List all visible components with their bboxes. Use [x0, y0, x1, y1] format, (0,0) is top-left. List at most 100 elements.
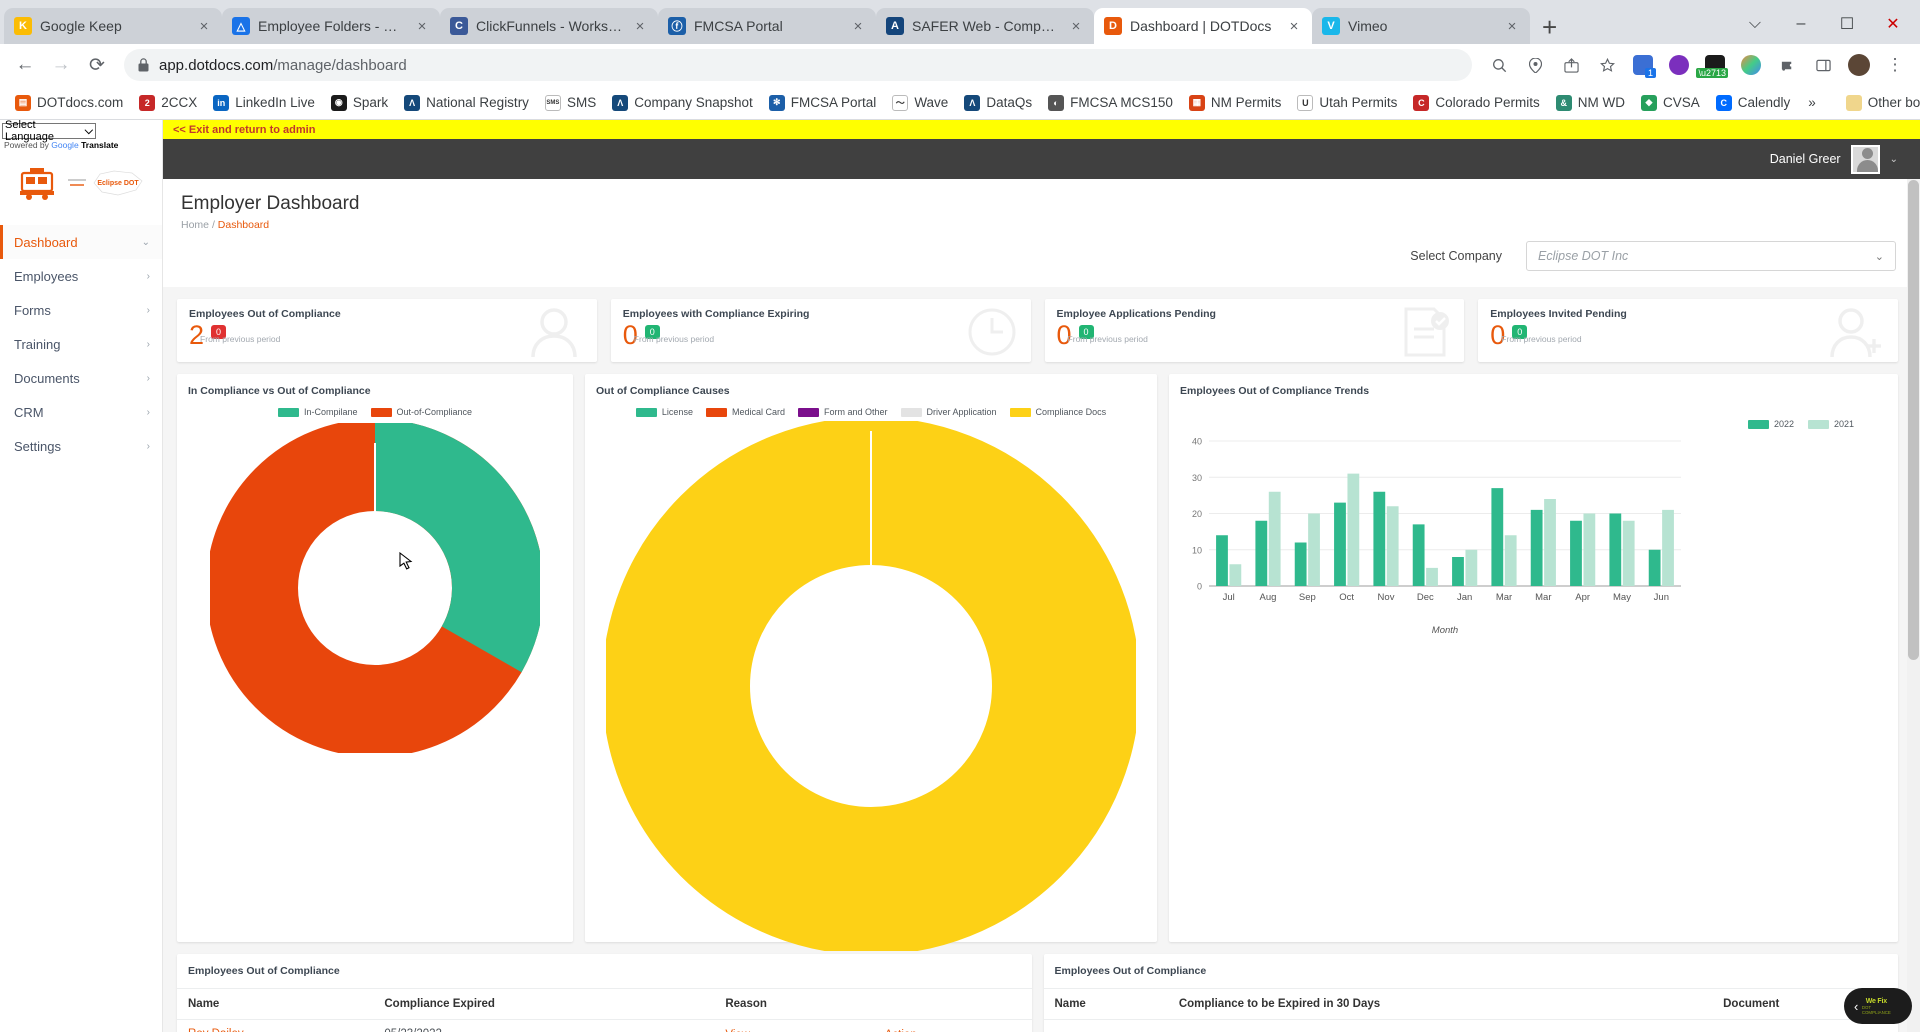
breadcrumb-home[interactable]: Home: [181, 219, 209, 231]
bookmark-item[interactable]: SMS SMS: [538, 92, 603, 114]
app-logo[interactable]: Eclipse DOT: [0, 151, 162, 209]
kpi-card[interactable]: Employees Out of Compliance 2 0 From previo…: [177, 299, 597, 362]
sidebar-item-training[interactable]: Training ›: [0, 327, 162, 361]
back-icon[interactable]: ←: [10, 50, 40, 80]
bar[interactable]: Jun 2022: 10: [1648, 549, 1661, 586]
browser-tab[interactable]: ⓕ FMCSA Portal ×: [658, 8, 876, 44]
browser-tab[interactable]: K Google Keep ×: [4, 8, 222, 44]
extension-1-icon[interactable]: 1: [1628, 50, 1658, 80]
maximize-button[interactable]: ☐: [1824, 14, 1870, 34]
kpi-card[interactable]: Employees with Compliance Expiring 0 0 From…: [610, 299, 1031, 362]
bar-chart[interactable]: 0 10 20 30 40 Jul 2022: 14Jul 2021: 6 Jul Aug 2…: [1169, 429, 1898, 647]
sidebar-item-settings[interactable]: Settings ›: [0, 429, 162, 463]
bookmark-item[interactable]: ◐ FMCSA MCS150: [1041, 92, 1180, 114]
sidebar-item-forms[interactable]: Forms ›: [0, 293, 162, 327]
legend-item[interactable]: 2021: [1807, 419, 1854, 429]
location-icon[interactable]: [1520, 50, 1550, 80]
legend-item[interactable]: Medical Card: [705, 407, 785, 417]
forward-icon[interactable]: →: [46, 50, 76, 80]
tab-close-icon[interactable]: ×: [1504, 18, 1520, 35]
sidebar-item-employees[interactable]: Employees ›: [0, 259, 162, 293]
bar[interactable]: Jul 2022: 14: [1216, 535, 1228, 586]
bookmark-item[interactable]: Λ National Registry: [397, 92, 536, 114]
bookmark-item[interactable]: ◆ CVSA: [1634, 92, 1707, 114]
exit-admin-bar[interactable]: << Exit and return to admin: [163, 120, 1920, 139]
bookmark-item[interactable]: & NM WD: [1549, 92, 1632, 114]
tab-close-icon[interactable]: ×: [1068, 18, 1084, 35]
exit-admin-link[interactable]: << Exit and return to admin: [173, 124, 315, 136]
address-bar[interactable]: app.dotdocs.com/manage/dashboard: [124, 49, 1472, 81]
bar[interactable]: Mar 2022: 21: [1530, 509, 1543, 586]
bar[interactable]: Apr 2021: 20: [1583, 513, 1596, 587]
browser-tab[interactable]: C ClickFunnels - Workspaces ×: [440, 8, 658, 44]
action-dropdown[interactable]: Action ▾: [874, 1020, 1032, 1032]
tab-close-icon[interactable]: ×: [196, 18, 212, 35]
legend-item[interactable]: Compliance Docs: [1009, 407, 1106, 417]
employee-name-link[interactable]: Roy Dailey: [177, 1020, 373, 1032]
legend-item[interactable]: Out-of-Compliance: [370, 407, 472, 417]
table-row[interactable]: Roy Dailey05/23/2022View ▾Action ▾: [177, 1020, 1032, 1032]
bookmark-item[interactable]: in LinkedIn Live: [206, 92, 322, 114]
bookmark-item[interactable]: C Colorado Permits: [1406, 92, 1546, 114]
bookmark-item[interactable]: ✻ FMCSA Portal: [762, 92, 884, 114]
bar[interactable]: Jan 2022: 8: [1452, 557, 1464, 586]
minimize-button[interactable]: –: [1778, 15, 1824, 33]
bar[interactable]: Jul 2021: 6: [1229, 564, 1242, 586]
chat-widget-button[interactable]: ‹ We Fix DOT COMPLIANCE: [1844, 988, 1912, 1024]
donut-chart-2[interactable]: [585, 421, 1157, 951]
zoom-icon[interactable]: [1484, 50, 1514, 80]
legend-item[interactable]: In-Compilane: [277, 407, 358, 417]
tab-search-icon[interactable]: ⌵: [1732, 15, 1778, 33]
other-bookmarks-button[interactable]: Other bookmarks: [1839, 92, 1920, 114]
bar[interactable]: Jun 2021: 21: [1662, 509, 1674, 586]
tab-close-icon[interactable]: ×: [850, 18, 866, 35]
bookmark-item[interactable]: ◉ Spark: [324, 92, 395, 114]
reload-icon[interactable]: ⟳: [82, 50, 112, 80]
puzzle-icon[interactable]: [1772, 50, 1802, 80]
bar[interactable]: Aug 2022: 18: [1255, 520, 1268, 586]
bar[interactable]: Apr 2022: 18: [1570, 520, 1582, 586]
avatar[interactable]: [1850, 144, 1880, 174]
bookmark-star-icon[interactable]: [1592, 50, 1622, 80]
bar[interactable]: Mar 2021: 24: [1544, 499, 1556, 586]
bar[interactable]: Mar 2021: 14: [1504, 535, 1517, 586]
close-window-button[interactable]: ✕: [1870, 14, 1916, 34]
bookmark-item[interactable]: Λ Company Snapshot: [605, 92, 760, 114]
bookmarks-overflow-button[interactable]: »: [1801, 92, 1823, 113]
kpi-card[interactable]: Employees Invited Pending 0 0 From previous…: [1478, 299, 1898, 362]
bar[interactable]: Nov 2021: 22: [1386, 506, 1399, 586]
donut-chart-1[interactable]: [177, 423, 573, 753]
legend-item[interactable]: Form and Other: [797, 407, 888, 417]
sidepanel-icon[interactable]: [1808, 50, 1838, 80]
bar[interactable]: May 2021: 18: [1622, 520, 1635, 586]
chevron-down-icon[interactable]: ⌄: [1890, 154, 1898, 165]
legend-item[interactable]: Driver Application: [900, 407, 997, 417]
profile-icon[interactable]: [1844, 50, 1874, 80]
bar[interactable]: Aug 2021: 26: [1268, 491, 1281, 586]
bar[interactable]: Sep 2022: 12: [1294, 542, 1307, 587]
bar[interactable]: Nov 2022: 26: [1373, 491, 1386, 586]
browser-tab[interactable]: △ Employee Folders - Google Driv ×: [222, 8, 440, 44]
bookmark-item[interactable]: U Utah Permits: [1290, 92, 1404, 114]
tab-close-icon[interactable]: ×: [632, 18, 648, 35]
bookmark-item[interactable]: Λ DataQs: [957, 92, 1039, 114]
language-select[interactable]: Select Language ⌵: [2, 119, 96, 143]
bar[interactable]: Sep 2021: 20: [1308, 513, 1320, 587]
bar[interactable]: Mar 2022: 27: [1491, 488, 1504, 586]
browser-tab[interactable]: A SAFER Web - Company Snapshc ×: [876, 8, 1094, 44]
tab-close-icon[interactable]: ×: [1286, 18, 1302, 35]
sidebar-item-dashboard[interactable]: Dashboard ⌄: [0, 225, 162, 259]
extension-3-icon[interactable]: \u2713: [1696, 50, 1730, 80]
new-tab-button[interactable]: +: [1530, 14, 1569, 44]
bookmark-item[interactable]: 〜 Wave: [885, 92, 955, 114]
bookmark-item[interactable]: ▦ NM Permits: [1182, 92, 1289, 114]
bar[interactable]: Oct 2021: 31: [1347, 473, 1360, 586]
sidebar-item-crm[interactable]: CRM ›: [0, 395, 162, 429]
reason-dropdown[interactable]: View ▾: [714, 1020, 873, 1032]
scrollbar-thumb[interactable]: [1908, 180, 1919, 660]
browser-tab[interactable]: D Dashboard | DOTDocs ×: [1094, 8, 1312, 44]
legend-item[interactable]: License: [635, 407, 693, 417]
tab-close-icon[interactable]: ×: [414, 18, 430, 35]
browser-tab[interactable]: V Vimeo ×: [1312, 8, 1530, 44]
bookmark-item[interactable]: 2 2CCX: [132, 92, 204, 114]
